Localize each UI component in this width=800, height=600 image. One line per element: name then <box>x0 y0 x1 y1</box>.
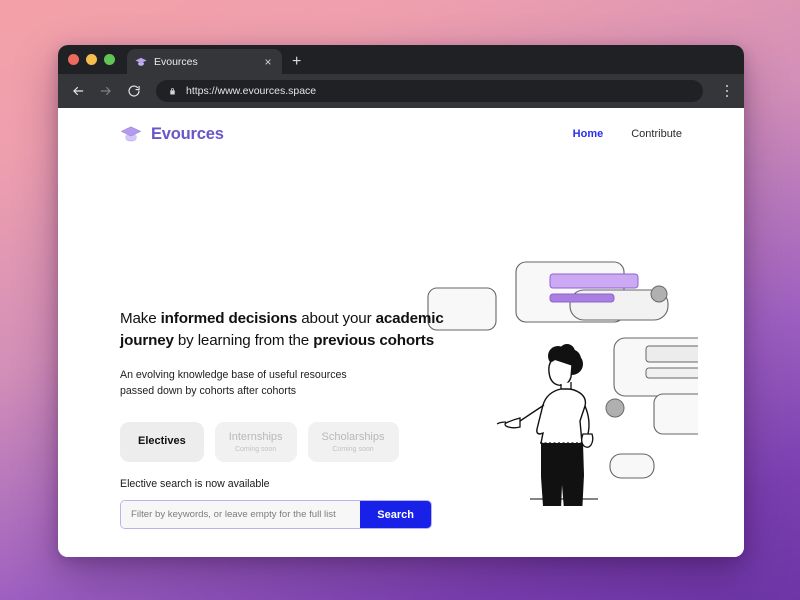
nav-link-home[interactable]: Home <box>573 128 604 140</box>
search-availability-note: Elective search is now available <box>120 478 270 490</box>
window-close-button[interactable] <box>68 54 79 65</box>
browser-tab[interactable]: Evources × <box>127 49 282 74</box>
window-minimize-button[interactable] <box>86 54 97 65</box>
hero-section: Make informed decisions about your acade… <box>120 308 450 463</box>
page-viewport: Evources Home Contribute Make informed d… <box>58 108 744 557</box>
address-bar-url: https://www.evources.space <box>186 85 317 97</box>
hero-subtitle-line-2: passed down by cohorts after cohorts <box>120 385 297 398</box>
nav-link-contribute[interactable]: Contribute <box>631 128 682 140</box>
site-header: Evources Home Contribute <box>58 108 744 160</box>
search-input[interactable] <box>121 501 361 528</box>
lock-icon <box>170 87 175 94</box>
page-title: Make informed decisions about your acade… <box>120 308 450 351</box>
site-nav: Home Contribute <box>573 128 682 140</box>
tab-close-icon[interactable]: × <box>262 56 274 68</box>
back-arrow-icon[interactable] <box>70 84 85 99</box>
tab-internships-sublabel: Coming soon <box>234 446 277 454</box>
tab-electives-label: Electives <box>138 435 186 448</box>
brand-name: Evources <box>151 124 224 143</box>
heading-text-1: Make <box>120 310 161 327</box>
tab-electives[interactable]: Electives <box>120 422 204 463</box>
kebab-menu-icon[interactable] <box>720 83 734 99</box>
tab-internships[interactable]: Internships Coming soon <box>214 422 297 463</box>
search-button[interactable]: Search <box>360 501 431 528</box>
search-section: Elective search is now available Search <box>120 478 432 529</box>
forward-arrow-icon[interactable] <box>98 84 113 99</box>
traffic-lights <box>68 45 127 74</box>
heading-text-5: by learning from the <box>173 331 314 349</box>
browser-tab-title: Evources <box>154 55 198 68</box>
tab-scholarships-label: Scholarships <box>321 431 385 444</box>
graduation-cap-icon <box>120 126 142 142</box>
brand-logo[interactable]: Evources <box>120 123 224 145</box>
heading-text-2: informed decisions <box>160 310 298 327</box>
new-tab-button[interactable]: + <box>292 54 301 70</box>
address-bar[interactable]: https://www.evources.space <box>156 80 703 102</box>
heading-text-6: previous cohorts <box>313 331 435 349</box>
tab-scholarships-sublabel: Coming soon <box>332 446 374 454</box>
window-maximize-button[interactable] <box>104 54 115 65</box>
hero-subtitle: An evolving knowledge base of useful res… <box>120 367 450 399</box>
hero-subtitle-line-1: An evolving knowledge base of useful res… <box>120 369 347 382</box>
tab-internships-label: Internships <box>228 431 283 444</box>
tab-scholarships[interactable]: Scholarships Coming soon <box>307 422 399 463</box>
search-bar: Search <box>120 500 432 529</box>
category-tabs: Electives Internships Coming soon Schola… <box>120 422 450 463</box>
heading-text-3: about your <box>297 310 376 327</box>
browser-window: Evources × + https://www.evources.space … <box>58 45 744 557</box>
browser-tab-strip: Evources × + <box>58 45 744 74</box>
graduation-cap-icon <box>135 57 147 66</box>
browser-toolbar: https://www.evources.space <box>58 74 744 108</box>
reload-icon[interactable] <box>126 84 141 99</box>
